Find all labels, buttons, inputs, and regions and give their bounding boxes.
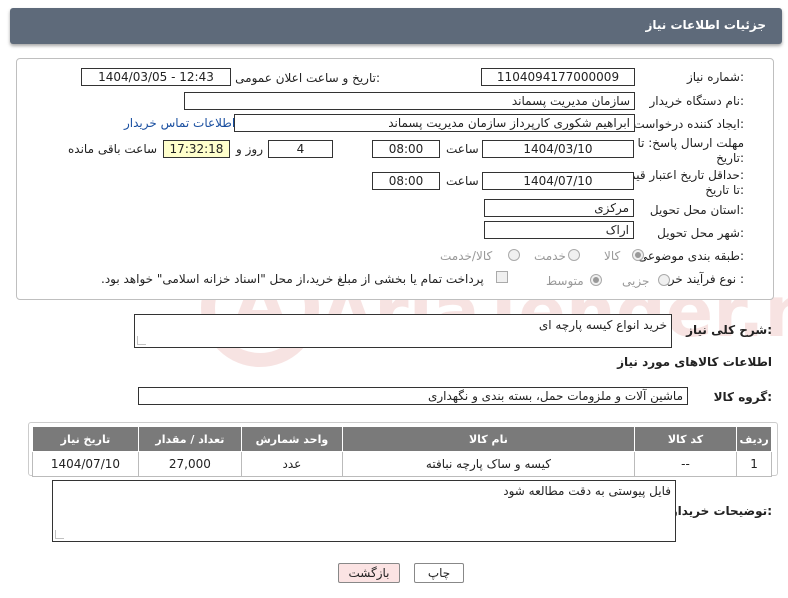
requester-label: ایجاد کننده درخواست: — [633, 117, 744, 131]
price-validity-label: حداقل تاریخ اعتبار قیمت: — [617, 168, 744, 182]
need-number-label: شماره نیاز: — [686, 70, 744, 84]
goods-group-field: ماشین آلات و ملزومات حمل، بسته بندی و نگ… — [138, 387, 688, 405]
category-radio-service[interactable] — [568, 249, 580, 261]
delivery-city-field: اراک — [484, 221, 634, 239]
general-desc-textarea[interactable]: خرید انواع کیسه پارچه ای — [134, 314, 672, 348]
cell-name: کیسه و ساک پارچه نبافته — [341, 451, 635, 477]
general-desc-text: خرید انواع کیسه پارچه ای — [538, 318, 667, 332]
category-option-goods-service: کالا/خدمت — [440, 249, 493, 263]
category-option-service: خدمت — [534, 249, 566, 263]
goods-table: ردیف کد کالا نام کالا واحد شمارش تعداد /… — [32, 426, 772, 477]
category-radio-goods[interactable] — [632, 249, 644, 261]
remaining-days-field: 4 — [268, 140, 333, 158]
remaining-time-label: ساعت باقی مانده — [68, 142, 158, 156]
goods-group-label: گروه کالا: — [713, 390, 772, 404]
reply-deadline-label: مهلت ارسال پاسخ: تا — [637, 136, 744, 150]
col-need-date: تاریخ نیاز — [32, 426, 139, 452]
purchase-type-option-minor: جزیی — [622, 274, 650, 288]
cell-qty: 27,000 — [137, 451, 242, 477]
page-header: جزئیات اطلاعات نیاز — [10, 8, 782, 44]
delivery-city-label: شهر محل تحویل: — [657, 226, 744, 240]
need-number-field: 1104094177000009 — [481, 68, 635, 86]
category-radio-goods-service[interactable] — [508, 249, 520, 261]
purchase-type-radio-minor[interactable] — [658, 274, 670, 286]
resize-grip-icon[interactable] — [137, 336, 146, 345]
buyer-org-field: سازمان مدیریت پسماند — [184, 92, 635, 110]
purchase-type-label: نوع فرآیند خرید : — [659, 272, 744, 286]
col-qty: تعداد / مقدار — [137, 426, 242, 452]
buyer-notes-text: فایل پیوستی به دقت مطالعه شود — [503, 484, 671, 498]
col-unit: واحد شمارش — [240, 426, 343, 452]
col-code: کد کالا — [633, 426, 738, 452]
general-desc-label: شرح کلی نیاز: — [686, 323, 772, 337]
reply-deadline-label-2: تاریخ: — [716, 151, 744, 165]
reply-deadline-time: 08:00 — [372, 140, 440, 158]
print-button[interactable]: چاپ — [414, 563, 464, 583]
category-option-goods: کالا — [604, 249, 621, 263]
table-row: 1 -- کیسه و ساک پارچه نبافته عدد 27,000 … — [32, 451, 772, 477]
treasury-payment-checkbox[interactable] — [496, 271, 508, 283]
price-validity-label-2: تا تاریخ: — [705, 183, 744, 197]
buyer-notes-label: توضیحات خریدار: — [670, 504, 772, 518]
goods-info-title: اطلاعات کالاهای مورد نیاز — [617, 355, 772, 369]
announce-datetime-field: 1404/03/05 - 12:43 — [81, 68, 231, 86]
buyer-org-label: نام دستگاه خریدار: — [649, 94, 745, 108]
price-validity-date: 1404/07/10 — [482, 172, 634, 190]
delivery-province-label: استان محل تحویل: — [649, 203, 744, 217]
announce-datetime-label: تاریخ و ساعت اعلان عمومی: — [235, 71, 380, 85]
cell-row: 1 — [736, 451, 772, 477]
purchase-type-radio-medium[interactable] — [590, 274, 602, 286]
price-validity-time: 08:00 — [372, 172, 440, 190]
buyer-contact-link[interactable]: اطلاعات تماس خریدار — [124, 116, 235, 130]
delivery-province-field: مرکزی — [484, 199, 634, 217]
buyer-notes-textarea[interactable]: فایل پیوستی به دقت مطالعه شود — [52, 480, 676, 542]
back-button[interactable]: بازگشت — [338, 563, 400, 583]
page-title: جزئیات اطلاعات نیاز — [645, 18, 766, 32]
resize-grip-icon[interactable] — [55, 530, 64, 539]
treasury-payment-note: پرداخت تمام یا بخشی از مبلغ خرید،از محل … — [101, 272, 484, 286]
col-name: نام کالا — [341, 426, 635, 452]
cell-code: -- — [633, 451, 738, 477]
purchase-type-option-medium: متوسط — [546, 274, 584, 288]
cell-unit: عدد — [240, 451, 343, 477]
days-label: روز و — [236, 142, 263, 156]
requester-field: ابراهیم شکوری کارپرداز سازمان مدیریت پسم… — [234, 114, 635, 132]
reply-deadline-date: 1404/03/10 — [482, 140, 634, 158]
price-validity-time-label: ساعت — [446, 174, 479, 188]
col-row: ردیف — [736, 426, 772, 452]
category-label: طبقه بندی موضوعی: — [637, 249, 744, 263]
remaining-time-field: 17:32:18 — [163, 140, 230, 158]
cell-need-date: 1404/07/10 — [32, 451, 139, 477]
reply-time-label: ساعت — [446, 142, 479, 156]
